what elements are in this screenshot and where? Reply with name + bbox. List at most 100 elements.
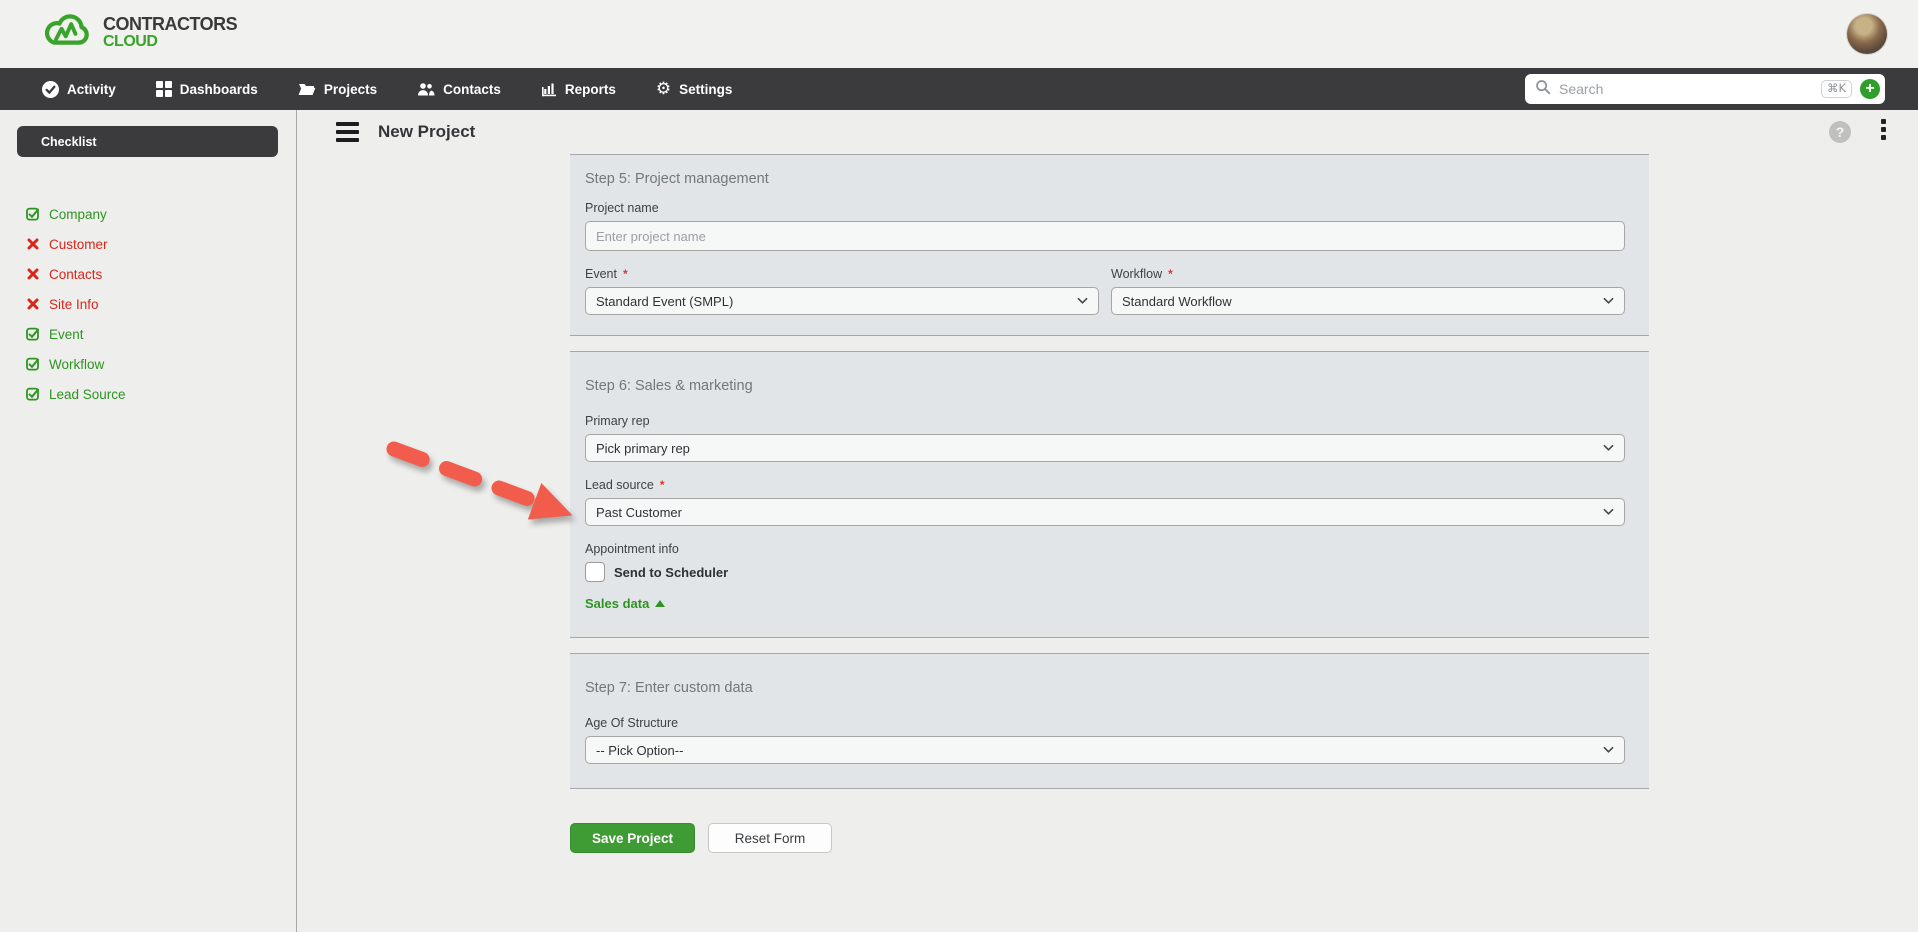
step-7-title: Step 7: Enter custom data	[585, 680, 753, 696]
nav-item-projects[interactable]: Projects	[298, 81, 377, 97]
nav-label: Activity	[67, 81, 116, 97]
search-input[interactable]	[1559, 81, 1813, 97]
content-header: New Project ?	[297, 110, 1918, 154]
top-header: CONTRACTORS CLOUD	[0, 0, 1918, 68]
required-mark: *	[622, 267, 628, 281]
checklist-item-event[interactable]: Event	[25, 319, 296, 349]
nav-label: Projects	[323, 81, 378, 97]
brand-logo[interactable]: CONTRACTORS CLOUD	[40, 10, 238, 55]
save-project-button[interactable]: Save Project	[570, 823, 695, 853]
step-7-section: Step 7: Enter custom data Age Of Structu…	[570, 653, 1649, 789]
checklist-item-company[interactable]: Company	[25, 199, 296, 229]
checklist-label: Workflow	[49, 356, 105, 372]
workflow-select[interactable]: Standard Workflow	[1111, 287, 1625, 315]
appointment-info-label: Appointment info	[585, 542, 679, 556]
page-title: New Project	[378, 122, 476, 141]
nav-item-dashboards[interactable]: Dashboards	[155, 81, 258, 97]
send-to-scheduler-label: Send to Scheduler	[614, 564, 729, 580]
lead-source-select-value: Past Customer	[596, 504, 682, 520]
checklist-item-contacts[interactable]: Contacts	[25, 259, 296, 289]
workflow-label: Workflow	[1111, 267, 1163, 281]
chevron-down-icon	[1603, 741, 1614, 759]
chevron-up-icon	[655, 600, 666, 607]
chevron-down-icon	[1603, 503, 1614, 521]
chevron-down-icon	[1077, 292, 1088, 310]
nav-label: Settings	[679, 81, 733, 97]
required-mark: *	[1168, 267, 1173, 281]
workflow-select-value: Standard Workflow	[1122, 293, 1232, 309]
required-mark: *	[659, 478, 665, 492]
user-avatar[interactable]	[1847, 14, 1887, 54]
nav-item-settings[interactable]: ⚙ Settings	[655, 78, 733, 99]
chevron-down-icon	[1603, 292, 1614, 310]
event-select[interactable]: Standard Event (SMPL)	[585, 287, 1099, 315]
nav-item-activity[interactable]: Activity	[42, 80, 116, 98]
checklist-item-lead-source[interactable]: Lead Source	[25, 379, 296, 409]
check-circle-icon	[42, 80, 59, 98]
sales-data-label: Sales data	[585, 596, 650, 611]
checkbox-check-icon	[25, 357, 40, 371]
send-to-scheduler-checkbox[interactable]	[585, 562, 605, 582]
event-select-value: Standard Event (SMPL)	[596, 293, 734, 309]
search-icon	[1535, 79, 1551, 100]
reset-form-button[interactable]: Reset Form	[708, 823, 832, 853]
checklist-item-customer[interactable]: Customer	[25, 229, 296, 259]
step-6-section: Step 6: Sales & marketing Primary rep Pi…	[570, 351, 1649, 638]
main-content: New Project ? Step 5: Project management…	[297, 110, 1918, 932]
age-of-structure-select-value: -- Pick Option--	[596, 742, 684, 758]
primary-rep-select-value: Pick primary rep	[596, 440, 690, 456]
cloud-logo-icon	[40, 10, 94, 55]
nav-item-contacts[interactable]: Contacts	[417, 82, 501, 97]
kebab-menu-icon[interactable]	[1881, 119, 1886, 140]
checkbox-check-icon	[25, 327, 40, 341]
add-new-button[interactable]: +	[1860, 79, 1880, 99]
nav-label: Dashboards	[179, 81, 258, 97]
project-name-input[interactable]	[585, 221, 1625, 251]
bar-chart-icon	[541, 81, 557, 97]
keyboard-shortcut-badge: ⌘K	[1820, 80, 1852, 98]
form-actions: Save Project Reset Form	[570, 823, 1649, 853]
lead-source-select[interactable]: Past Customer	[585, 498, 1625, 526]
lead-source-label: Lead source	[585, 478, 654, 492]
checkbox-check-icon	[25, 387, 40, 401]
checklist-sidebar: Checklist Company Customer Contacts Site…	[0, 110, 297, 932]
grid-icon	[155, 81, 172, 97]
people-icon	[417, 82, 435, 97]
nav-label: Reports	[564, 81, 616, 97]
brand-line2: CLOUD	[103, 33, 158, 50]
primary-rep-label: Primary rep	[585, 414, 650, 428]
global-search[interactable]: ⌘K +	[1525, 74, 1885, 104]
age-of-structure-select[interactable]: -- Pick Option--	[585, 736, 1625, 764]
folder-icon	[298, 81, 316, 97]
x-mark-icon	[25, 298, 40, 310]
checklist-item-site-info[interactable]: Site Info	[25, 289, 296, 319]
menu-toggle-icon[interactable]	[336, 122, 359, 142]
help-icon[interactable]: ?	[1829, 121, 1851, 143]
checklist-item-workflow[interactable]: Workflow	[25, 349, 296, 379]
project-name-label: Project name	[585, 201, 659, 215]
checkbox-check-icon	[25, 207, 40, 221]
sales-data-toggle[interactable]: Sales data	[585, 596, 666, 611]
event-label: Event	[585, 267, 617, 281]
nav-item-reports[interactable]: Reports	[541, 81, 616, 97]
x-mark-icon	[25, 268, 40, 280]
checklist-title: Checklist	[41, 134, 97, 149]
primary-rep-select[interactable]: Pick primary rep	[585, 434, 1625, 462]
new-project-form: Step 5: Project management Project name …	[570, 154, 1649, 853]
checklist-label: Site Info	[49, 296, 99, 312]
x-mark-icon	[25, 238, 40, 250]
checklist-header-button[interactable]: Checklist	[17, 126, 278, 157]
chevron-down-icon	[1603, 439, 1614, 457]
age-of-structure-label: Age Of Structure	[585, 716, 679, 730]
brand-line1: CONTRACTORS	[103, 14, 238, 34]
nav-label: Contacts	[443, 81, 501, 97]
step-5-section: Step 5: Project management Project name …	[570, 154, 1649, 336]
checklist-label: Customer	[49, 236, 108, 252]
brand-name: CONTRACTORS CLOUD	[103, 14, 238, 50]
gear-icon: ⚙	[655, 78, 672, 99]
checklist-label: Contacts	[49, 266, 103, 282]
step-6-title: Step 6: Sales & marketing	[585, 378, 753, 394]
step-5-title: Step 5: Project management	[585, 171, 769, 187]
checklist-label: Company	[49, 206, 107, 222]
checklist-items: Company Customer Contacts Site Info Even…	[0, 199, 296, 409]
